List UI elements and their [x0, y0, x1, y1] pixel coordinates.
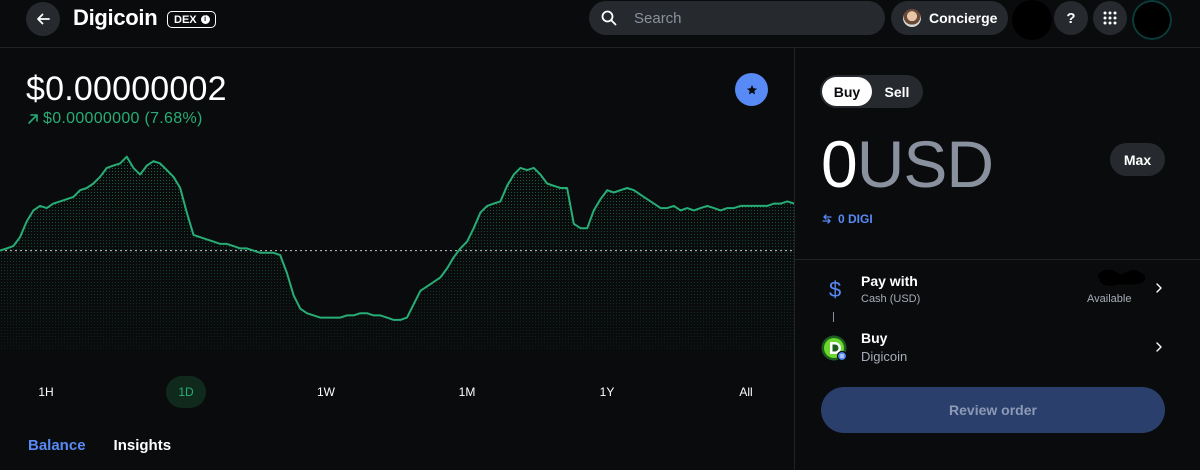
price-change-value: $0.00000000 (7.68%): [43, 110, 203, 127]
price-chart[interactable]: [0, 140, 794, 350]
buy-asset-title: Buy: [861, 330, 888, 346]
dollar-icon: $: [829, 277, 842, 302]
redacted-mark: [1012, 0, 1052, 40]
favorite-button[interactable]: [735, 73, 768, 106]
chevron-right-icon: [1156, 342, 1162, 352]
buy-sell-toggle: Buy Sell: [820, 75, 923, 108]
range-button-1d[interactable]: 1D: [166, 376, 206, 408]
amount-input[interactable]: 0USD: [821, 126, 994, 202]
pay-with-method: Cash (USD): [861, 293, 921, 305]
conversion-value: 0 DIGI: [838, 212, 873, 226]
time-range-selector: 1H 1D 1W 1M 1Y All: [0, 376, 794, 410]
profile-avatar-button[interactable]: [1132, 0, 1172, 40]
asset-price: $0.00000002: [26, 70, 227, 108]
search-icon: [601, 10, 617, 26]
star-icon: [746, 84, 757, 94]
dex-badge[interactable]: DEX i: [167, 11, 216, 28]
dex-badge-label: DEX: [174, 13, 197, 26]
digicoin-logo-icon: [821, 335, 847, 361]
conversion-toggle[interactable]: 0 DIGI: [822, 212, 873, 226]
range-button-1y[interactable]: 1Y: [587, 376, 627, 408]
back-button[interactable]: [26, 2, 60, 36]
section-divider: [795, 259, 1200, 260]
price-change: $0.00000000 (7.68%): [27, 110, 203, 128]
amount-value: 0: [821, 127, 858, 201]
balance-status: Available: [1087, 293, 1132, 305]
arrow-up-right-icon: [28, 114, 38, 124]
sell-toggle-button[interactable]: Sell: [874, 77, 920, 106]
pay-with-title: Pay with: [861, 273, 918, 289]
chart-area-fill: [0, 156, 794, 350]
pay-with-row[interactable]: $ Pay with Cash (USD) Available: [820, 269, 1170, 311]
search-input[interactable]: [634, 9, 854, 27]
page-title: Digicoin: [73, 5, 158, 30]
range-button-all[interactable]: All: [726, 376, 766, 408]
chevron-right-icon: [1156, 283, 1162, 293]
review-order-button[interactable]: Review order: [821, 387, 1165, 433]
apps-button[interactable]: [1093, 1, 1127, 35]
range-button-1m[interactable]: 1M: [447, 376, 487, 408]
avatar: [903, 9, 921, 27]
tab-insights[interactable]: Insights: [114, 437, 172, 454]
arrow-left-icon: [37, 13, 50, 25]
help-icon: ?: [1066, 9, 1076, 27]
range-button-1w[interactable]: 1W: [306, 376, 346, 408]
search-bar[interactable]: [589, 1, 885, 35]
redacted-balance: [1098, 269, 1146, 286]
buy-asset-row[interactable]: Buy Digicoin: [820, 329, 1170, 369]
concierge-label: Concierge: [929, 10, 998, 26]
amount-currency: USD: [856, 127, 994, 201]
top-bar: Digicoin DEX i Concierge ?: [0, 0, 1200, 48]
tab-balance[interactable]: Balance: [28, 437, 86, 454]
swap-icon: [822, 214, 832, 224]
help-button[interactable]: ?: [1054, 1, 1088, 35]
buy-toggle-button[interactable]: Buy: [822, 77, 872, 106]
info-icon: i: [200, 15, 210, 24]
grid-icon: [1103, 11, 1117, 25]
max-button[interactable]: Max: [1110, 143, 1165, 176]
detail-tabs: Balance Insights: [28, 437, 171, 454]
buy-asset-name: Digicoin: [861, 349, 908, 364]
concierge-button[interactable]: Concierge: [891, 1, 1008, 35]
flow-connector: [833, 312, 834, 322]
range-button-1h[interactable]: 1H: [26, 376, 66, 408]
